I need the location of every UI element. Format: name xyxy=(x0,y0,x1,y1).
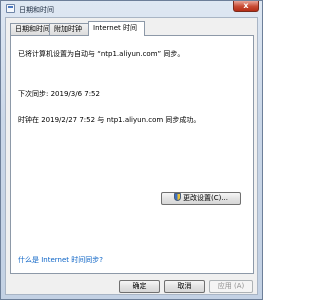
tab-additional-clocks[interactable]: 附加时钟 xyxy=(49,23,89,35)
date-time-dialog: 日期和时间 x 日期和时间 附加时钟 Internet 时间 已将计算机设置为自… xyxy=(0,0,263,300)
dialog-client-area: 日期和时间 附加时钟 Internet 时间 已将计算机设置为自动与 “ntp1… xyxy=(5,17,258,295)
uac-shield-icon xyxy=(173,193,181,201)
sync-setting-text: 已将计算机设置为自动与 “ntp1.aliyun.com” 同步。 xyxy=(18,50,185,58)
tab-strip: 日期和时间 附加时钟 Internet 时间 xyxy=(10,21,250,36)
cancel-button[interactable]: 取消 xyxy=(164,280,205,293)
tab-internet-time[interactable]: Internet 时间 xyxy=(88,21,145,36)
window-title: 日期和时间 xyxy=(19,6,54,14)
apply-button[interactable]: 应用 (A) xyxy=(209,280,253,293)
last-sync-text: 时钟在 2019/2/27 7:52 与 ntp1.aliyun.com 同步成… xyxy=(18,116,201,124)
help-link[interactable]: 什么是 Internet 时间同步? xyxy=(18,255,103,265)
clock-calendar-icon xyxy=(6,4,15,13)
close-button[interactable]: x xyxy=(233,1,259,12)
change-settings-label: 更改设置(C)... xyxy=(182,194,229,202)
tab-date-time[interactable]: 日期和时间 xyxy=(10,23,50,35)
internet-time-panel: 已将计算机设置为自动与 “ntp1.aliyun.com” 同步。 下次同步: … xyxy=(10,35,254,274)
next-sync-text: 下次同步: 2019/3/6 7:52 xyxy=(18,90,100,98)
ok-button[interactable]: 确定 xyxy=(119,280,160,293)
change-settings-button[interactable]: 更改设置(C)... xyxy=(161,192,241,205)
title-bar[interactable]: 日期和时间 x xyxy=(1,1,262,17)
